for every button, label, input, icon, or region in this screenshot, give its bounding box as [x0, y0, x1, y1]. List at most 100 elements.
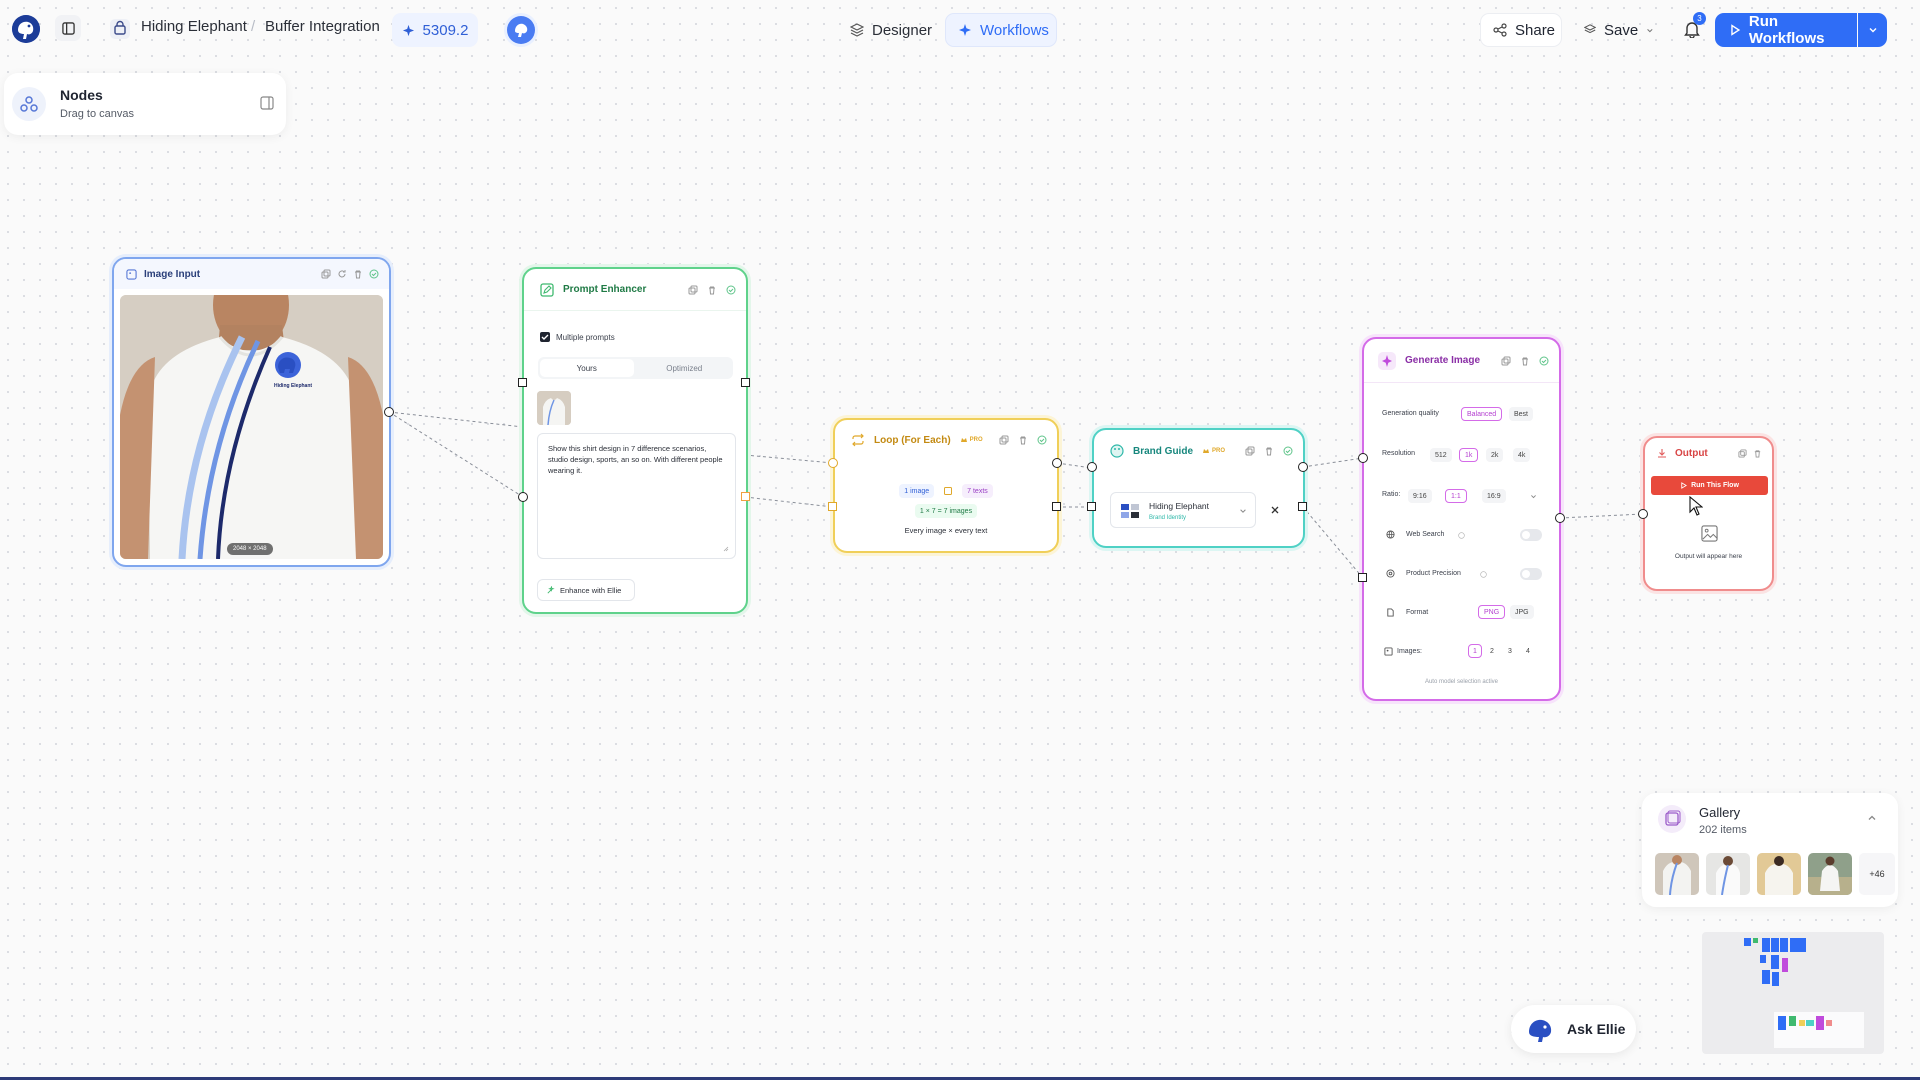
tab-workflows-label: Workflows — [980, 21, 1049, 39]
brand-guide-node[interactable]: Brand Guide PRO Hiding Elephant Brand Id… — [1092, 428, 1305, 548]
copy-icon[interactable] — [688, 285, 698, 295]
output-input-handle[interactable] — [1638, 509, 1648, 519]
copy-icon[interactable] — [1245, 446, 1255, 456]
format-label: Format — [1406, 609, 1429, 616]
save-button[interactable]: Save — [1578, 13, 1654, 47]
prompt-enhancer-text-handle[interactable] — [741, 492, 750, 501]
copy-icon[interactable] — [321, 269, 331, 279]
nodes-panel-subtitle: Drag to canvas — [60, 108, 134, 120]
copy-icon[interactable] — [999, 435, 1009, 445]
run-options-button[interactable] — [1858, 13, 1887, 47]
minimap[interactable] — [1702, 932, 1884, 1054]
tab-yours[interactable]: Yours — [540, 359, 634, 377]
input-image[interactable]: Hiding Elephant 2048 × 2048 — [120, 295, 383, 559]
prompt-enhancer-output-handle[interactable] — [741, 378, 750, 387]
remove-brand-icon[interactable] — [1271, 506, 1279, 514]
precision-toggle[interactable] — [1520, 568, 1542, 580]
prompt-enhancer-node[interactable]: Prompt Enhancer Multiple prompts Yours O… — [522, 267, 748, 614]
trash-icon[interactable] — [1753, 449, 1762, 458]
res-option-4k[interactable]: 4k — [1513, 448, 1531, 462]
generate-input-handle-1[interactable] — [1358, 453, 1368, 463]
multiple-prompts-checkbox[interactable] — [540, 332, 550, 342]
trash-icon[interactable] — [707, 285, 717, 295]
res-option-1k[interactable]: 1k — [1459, 448, 1479, 462]
gallery-panel[interactable]: Gallery 202 items +46 — [1642, 793, 1898, 907]
generate-output-handle[interactable] — [1555, 513, 1565, 523]
status-icon[interactable] — [1283, 446, 1293, 456]
enhance-with-ellie-button[interactable]: Enhance with Ellie — [537, 579, 635, 601]
prompt-textarea[interactable]: Show this shirt design in 7 difference s… — [537, 433, 736, 559]
status-icon[interactable] — [1539, 356, 1549, 366]
loop-input-handle-2[interactable] — [828, 502, 837, 511]
generate-image-node[interactable]: Generate Image Generation quality Balanc… — [1362, 337, 1561, 701]
gallery-more[interactable]: +46 — [1859, 853, 1895, 895]
refresh-icon[interactable] — [337, 269, 347, 279]
run-this-flow-button[interactable]: Run This Flow — [1651, 476, 1768, 495]
quality-option-best[interactable]: Best — [1509, 407, 1534, 421]
notifications-button[interactable]: 3 — [1684, 12, 1706, 38]
gallery-thumb[interactable] — [1808, 853, 1852, 895]
ratio-option-9-16[interactable]: 9:16 — [1408, 489, 1432, 503]
generate-input-handle-2[interactable] — [1358, 573, 1367, 582]
images-option-2[interactable]: 2 — [1486, 644, 1498, 658]
ask-ellie-button[interactable]: Ask Ellie — [1511, 1005, 1636, 1053]
info-icon — [1480, 571, 1487, 578]
image-input-output-handle[interactable] — [384, 407, 394, 417]
trash-icon[interactable] — [1520, 356, 1530, 366]
auto-model-footer: Auto model selection active — [1424, 679, 1499, 685]
loop-node[interactable]: Loop (For Each) PRO 1 image 7 texts 1 × … — [833, 418, 1059, 553]
ratio-option-16-9[interactable]: 16:9 — [1482, 489, 1506, 503]
panel-collapse-icon[interactable] — [260, 96, 274, 110]
trash-icon[interactable] — [1264, 446, 1274, 456]
resize-handle-icon[interactable] — [723, 546, 729, 552]
mouse-cursor — [1689, 496, 1703, 516]
web-search-toggle[interactable] — [1520, 529, 1542, 541]
res-option-2k[interactable]: 2k — [1486, 448, 1504, 462]
prompt-enhancer-input-handle[interactable] — [518, 378, 527, 387]
status-icon[interactable] — [726, 285, 736, 295]
loop-output-handle-2[interactable] — [1052, 502, 1061, 511]
run-workflows-button[interactable]: Run Workflows — [1715, 13, 1857, 47]
gallery-thumb[interactable] — [1706, 853, 1750, 895]
brand-guide-output-handle-2[interactable] — [1298, 502, 1307, 511]
status-icon[interactable] — [1037, 435, 1047, 445]
tab-optimized[interactable]: Optimized — [638, 359, 732, 377]
tab-workflows[interactable]: Workflows — [945, 13, 1057, 47]
brand-guide-input-handle[interactable] — [1087, 462, 1097, 472]
breadcrumb-project[interactable]: Hiding Elephant — [141, 18, 247, 35]
breadcrumb-page[interactable]: Buffer Integration — [265, 18, 380, 35]
output-node[interactable]: Output Run This Flow Output will appear … — [1643, 436, 1774, 591]
images-option-3[interactable]: 3 — [1504, 644, 1516, 658]
copy-icon[interactable] — [1501, 356, 1511, 366]
info-icon[interactable] — [369, 269, 379, 279]
images-option-4[interactable]: 4 — [1522, 644, 1534, 658]
image-input-node[interactable]: Image Input Hiding Elephant 2048 × 2048 — [112, 257, 391, 567]
brand-guide-input-handle-2[interactable] — [1087, 502, 1096, 511]
format-option-png[interactable]: PNG — [1478, 605, 1506, 619]
loop-input-handle-1[interactable] — [828, 458, 838, 468]
chevron-up-icon[interactable] — [1867, 813, 1877, 823]
format-option-jpg[interactable]: JPG — [1510, 605, 1534, 619]
assistant-avatar[interactable] — [504, 13, 538, 47]
loop-output-handle-1[interactable] — [1052, 458, 1062, 468]
res-option-512[interactable]: 512 — [1430, 448, 1452, 462]
app-logo[interactable] — [12, 15, 40, 43]
sidebar-toggle-button[interactable] — [55, 15, 81, 41]
chevron-down-icon[interactable] — [1530, 493, 1537, 500]
quality-option-balanced[interactable]: Balanced — [1461, 407, 1503, 421]
copy-icon[interactable] — [1738, 448, 1747, 458]
images-option-1[interactable]: 1 — [1468, 644, 1482, 658]
trash-icon[interactable] — [353, 269, 363, 279]
ratio-option-1-1[interactable]: 1:1 — [1445, 489, 1467, 503]
credits-badge[interactable]: 5309.2 — [392, 13, 478, 47]
trash-icon[interactable] — [1018, 435, 1028, 445]
share-button[interactable]: Share — [1480, 13, 1562, 47]
gallery-thumb[interactable] — [1757, 853, 1801, 895]
nodes-panel[interactable]: Nodes Drag to canvas — [4, 73, 286, 135]
tab-designer[interactable]: Designer — [846, 13, 940, 47]
brand-guide-output-handle[interactable] — [1298, 462, 1308, 472]
brand-select[interactable]: Hiding Elephant Brand Identity — [1110, 492, 1256, 528]
prompt-enhancer-image-handle[interactable] — [518, 492, 528, 502]
gallery-thumb[interactable] — [1655, 853, 1699, 895]
reference-thumbnail[interactable] — [537, 391, 571, 425]
